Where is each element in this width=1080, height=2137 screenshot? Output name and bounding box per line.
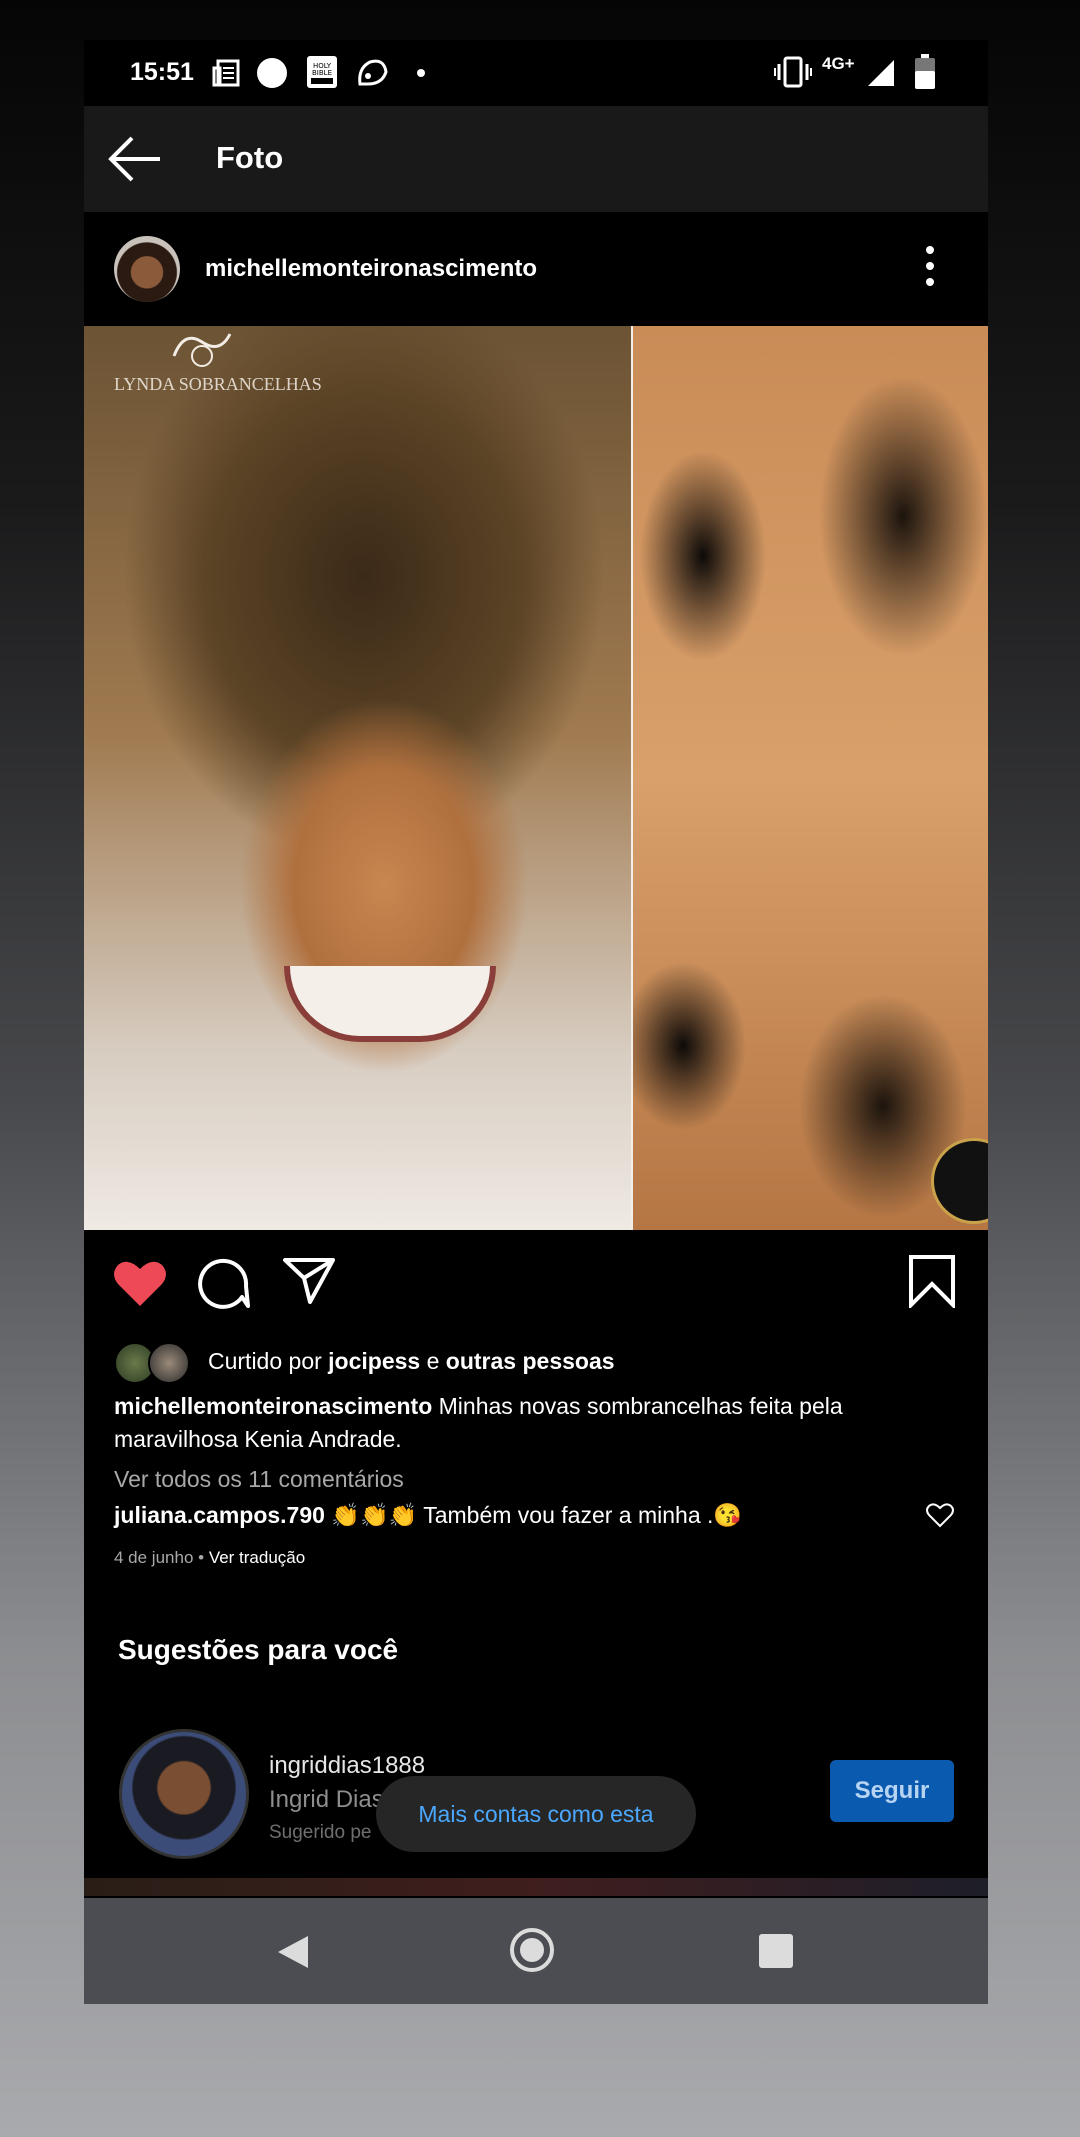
app-bar: Foto [84,106,988,212]
more-options-icon[interactable] [924,246,936,292]
post-header: michellemonteironascimento [84,212,988,326]
photo-face-portrait [84,326,632,1230]
post-author-avatar[interactable] [114,236,180,302]
system-nav-bar [84,1898,988,2004]
post-author-username[interactable]: michellemonteironascimento [205,255,537,283]
post-photo[interactable]: LYNDA SOBRANCELHAS [84,326,988,1230]
signal-icon [868,60,894,86]
follow-button[interactable]: Seguir [830,1760,954,1822]
liked-by-user[interactable]: jocipess [328,1348,420,1374]
cat-icon [358,59,388,86]
comment-text: 👏👏👏 Também vou fazer a minha .😘 [324,1502,743,1528]
liked-by-others[interactable]: outras pessoas [446,1348,615,1374]
comment-row: juliana.campos.790 👏👏👏 Também vou fazer … [114,1502,742,1529]
post-actions [84,1230,988,1330]
liked-by-row[interactable]: Curtido por jocipess e outras pessoas [114,1340,954,1384]
view-all-comments-link[interactable]: Ver todos os 11 comentários [114,1466,404,1493]
dot-icon [417,69,425,77]
suggested-username[interactable]: ingriddias1888 [269,1752,425,1780]
status-bar: 15:51 HOLY BIBLE 4G+ [84,40,988,106]
page-title: Foto [216,140,284,175]
battery-icon [915,54,935,89]
liked-by-text: Curtido por jocipess e outras pessoas [208,1348,615,1375]
nav-recents-icon[interactable] [759,1934,793,1968]
more-accounts-toast[interactable]: Mais contas como esta [376,1776,696,1852]
post-meta: 4 de junho • Ver tradução [114,1548,305,1568]
like-heart-icon[interactable] [112,1258,168,1308]
suggested-full-name: Ingrid Dias [269,1786,384,1813]
suggested-user-avatar[interactable] [119,1729,249,1859]
network-label: 4G+ [822,54,855,73]
svg-text:BIBLE: BIBLE [312,69,332,77]
liker-avatar [148,1342,190,1384]
watermark-text: LYNDA SOBRANCELHAS [114,374,322,394]
share-send-icon[interactable] [282,1256,336,1306]
post-date: 4 de junho [114,1548,194,1567]
liked-by-joiner: e [420,1348,446,1374]
suggested-reason: Sugerido pe [269,1822,372,1843]
next-post-preview [84,1878,988,1896]
see-translation-link[interactable]: Ver tradução [209,1548,305,1567]
comment-like-icon[interactable] [926,1502,954,1528]
vibrate-icon [774,56,812,88]
comment-username[interactable]: juliana.campos.790 [114,1502,325,1528]
save-bookmark-icon[interactable] [908,1254,956,1308]
circle-icon [257,58,287,88]
post-caption: michellemonteironascimento Minhas novas … [114,1390,914,1456]
nav-back-icon[interactable] [276,1934,310,1970]
nav-home-icon[interactable] [510,1928,554,1972]
liked-by-prefix: Curtido por [208,1348,329,1374]
suggestions-title: Sugestões para você [118,1634,399,1665]
comment-icon[interactable] [196,1256,250,1310]
status-time: 15:51 [130,58,194,86]
caption-username[interactable]: michellemonteironascimento [114,1393,432,1419]
watermark-logo-mark [172,333,232,367]
bible-icon: HOLYBIBLE [307,56,337,88]
back-arrow-icon[interactable] [104,134,164,184]
news-icon [212,59,240,87]
photo-eyebrow-closeup [633,326,988,1230]
meta-separator: • [193,1548,209,1567]
phone-screen: 15:51 HOLY BIBLE 4G+ Foto michellemonteir… [84,40,988,2004]
